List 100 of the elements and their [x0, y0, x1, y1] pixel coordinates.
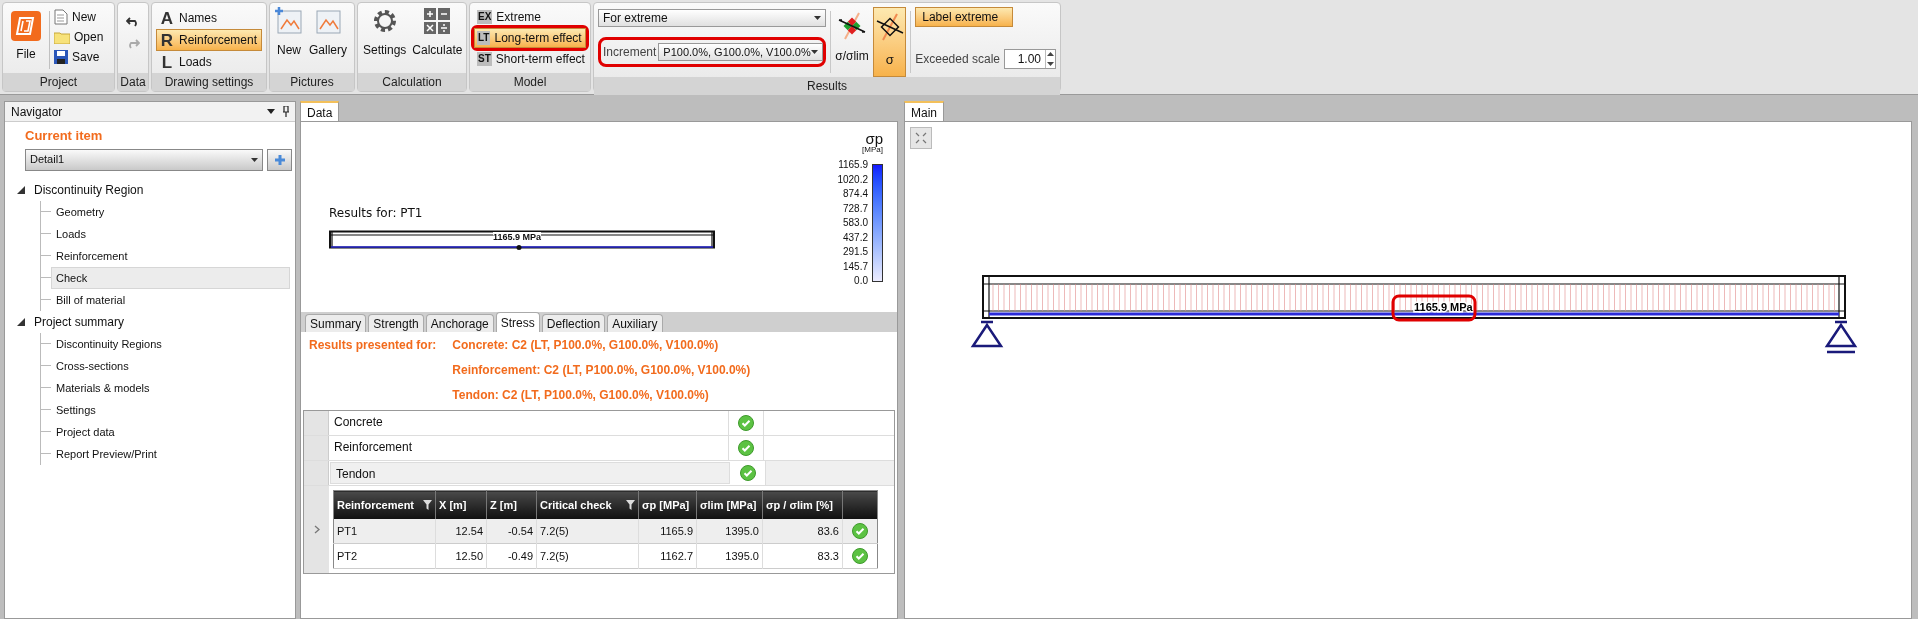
tree-item[interactable]: Cross-sections: [51, 354, 290, 377]
result-tab[interactable]: Anchorage: [425, 314, 494, 332]
column-header[interactable]: Critical check: [536, 490, 639, 519]
label-extreme-button[interactable]: Label extreme: [915, 7, 1014, 27]
result-tab[interactable]: Deflection: [541, 314, 606, 332]
ribbon-button[interactable]: Calculate: [411, 7, 464, 59]
results-title: Results for: PT1: [329, 205, 424, 222]
tree-item[interactable]: Check: [51, 266, 290, 289]
result-tab[interactable]: Auxiliary: [607, 314, 663, 332]
result-tab[interactable]: Summary: [305, 314, 367, 332]
support-icon: [1824, 320, 1857, 354]
logo-icon: [11, 11, 41, 41]
check-row[interactable]: Reinforcement: [304, 436, 894, 461]
toggle-button[interactable]: ST Short-term effect: [474, 49, 586, 69]
ribbon-button[interactable]: New: [274, 7, 304, 59]
result-tab[interactable]: Stress: [495, 312, 540, 332]
tree-item[interactable]: Bill of material: [51, 288, 290, 311]
legend-tick: 437.2: [842, 230, 868, 245]
caret-icon: [251, 157, 258, 162]
tree-item[interactable]: Geometry: [51, 200, 290, 223]
table-cell: PT1: [333, 518, 436, 544]
check-label: Tendon: [330, 462, 730, 484]
legend-tick: 1165.9: [838, 158, 868, 172]
check-label: Concrete: [329, 411, 729, 435]
column-header[interactable]: Z [m]: [486, 490, 537, 519]
check-icon: [852, 548, 868, 564]
column-header[interactable]: σlim [MPa]: [696, 490, 763, 519]
column-header[interactable]: Reinforcement: [333, 490, 436, 519]
ribbon-button[interactable]: Settings: [362, 7, 408, 59]
result-tab[interactable]: Strength: [368, 314, 424, 332]
tree-item[interactable]: Project data: [51, 420, 290, 443]
legend-tick: 145.7: [842, 259, 868, 274]
legend-tick: 728.7: [842, 201, 868, 216]
tree-item[interactable]: Report Preview/Print: [51, 442, 290, 465]
undo-icon[interactable]: [126, 17, 140, 27]
check-label: Reinforcement: [329, 436, 729, 460]
legend-tick: 1020.2: [837, 172, 868, 187]
caret-icon[interactable]: [267, 109, 275, 114]
ratio-button[interactable]: σ/σlim: [834, 7, 870, 77]
chevron-right-icon[interactable]: [313, 525, 320, 534]
filter-icon[interactable]: [626, 499, 635, 510]
group-label: Model: [470, 73, 590, 91]
small-ribbon-button[interactable]: Save: [54, 47, 108, 67]
toggle-button[interactable]: L Loads: [156, 51, 262, 73]
small-ribbon-button[interactable]: Open: [54, 27, 108, 47]
legend-title: σp: [865, 132, 883, 145]
tree-item[interactable]: Discontinuity Region: [34, 180, 144, 199]
check-row[interactable]: Concrete: [304, 411, 894, 436]
expanded-triangle-icon[interactable]: [17, 317, 25, 326]
group-label: Pictures: [270, 73, 354, 91]
file-button[interactable]: File: [7, 7, 45, 63]
toggle-button[interactable]: A Names: [156, 7, 262, 29]
increment-label: Increment: [603, 44, 657, 61]
check-icon: [740, 465, 756, 481]
document-tab[interactable]: Main: [904, 101, 944, 121]
filter-icon[interactable]: [423, 499, 432, 510]
row-header: [304, 411, 329, 435]
group-label: Data: [118, 73, 148, 91]
tree-item[interactable]: Loads: [51, 222, 290, 245]
scale-spinner[interactable]: 1.00: [1004, 49, 1056, 69]
beam-label: 1165.9 MPa: [493, 232, 542, 243]
results-line: Tendon: C2 (LT, P100.0%, G100.0%, V100.0%): [452, 387, 710, 404]
tree-item[interactable]: Reinforcement: [51, 244, 290, 267]
table-cell: PT2: [333, 543, 436, 569]
column-header[interactable]: σp / σlim [%]: [762, 490, 843, 519]
group-label: Calculation: [358, 73, 466, 91]
panel-title: Navigator: [11, 103, 63, 121]
add-button[interactable]: [267, 148, 292, 171]
toggle-button[interactable]: LT Long-term effect: [474, 28, 586, 48]
pin-icon[interactable]: [283, 106, 289, 117]
column-header[interactable]: σp [MPa]: [638, 490, 697, 519]
column-header[interactable]: X [m]: [435, 490, 487, 519]
legend-tick: 583.0: [842, 216, 868, 230]
down-arrow-icon[interactable]: [1046, 59, 1055, 68]
toggle-button[interactable]: R Reinforcement: [156, 29, 262, 51]
mode-dropdown[interactable]: For extreme: [598, 9, 826, 27]
fit-view-button[interactable]: [910, 127, 932, 149]
section-heading: Current item: [25, 127, 104, 145]
check-icon: [738, 440, 754, 456]
stress-button[interactable]: σ: [873, 7, 907, 77]
scale-label: Exceeded scale: [915, 51, 1000, 68]
document-icon: [54, 9, 68, 25]
tree-item[interactable]: Materials & models: [51, 376, 290, 399]
check-row[interactable]: Tendon: [304, 461, 894, 486]
caret-icon: [814, 16, 821, 20]
expanded-triangle-icon[interactable]: [17, 185, 25, 194]
small-ribbon-button[interactable]: New: [54, 7, 108, 27]
tree-item[interactable]: Project summary: [34, 312, 125, 331]
check-icon: [852, 522, 868, 539]
toggle-button[interactable]: EX Extreme: [474, 7, 586, 27]
group-label: Results: [594, 77, 1060, 95]
item-dropdown[interactable]: Detail1: [25, 148, 263, 171]
ribbon-button[interactable]: Gallery: [308, 7, 348, 59]
document-tab[interactable]: Data: [300, 101, 340, 121]
tree-item[interactable]: Discontinuity Regions: [51, 332, 290, 355]
up-arrow-icon[interactable]: [1046, 50, 1055, 59]
increment-dropdown[interactable]: P100.0%, G100.0%, V100.0%: [658, 43, 823, 61]
table-cell: 83.3: [762, 543, 843, 569]
folder-icon: [54, 30, 70, 44]
tree-item[interactable]: Settings: [51, 398, 290, 421]
